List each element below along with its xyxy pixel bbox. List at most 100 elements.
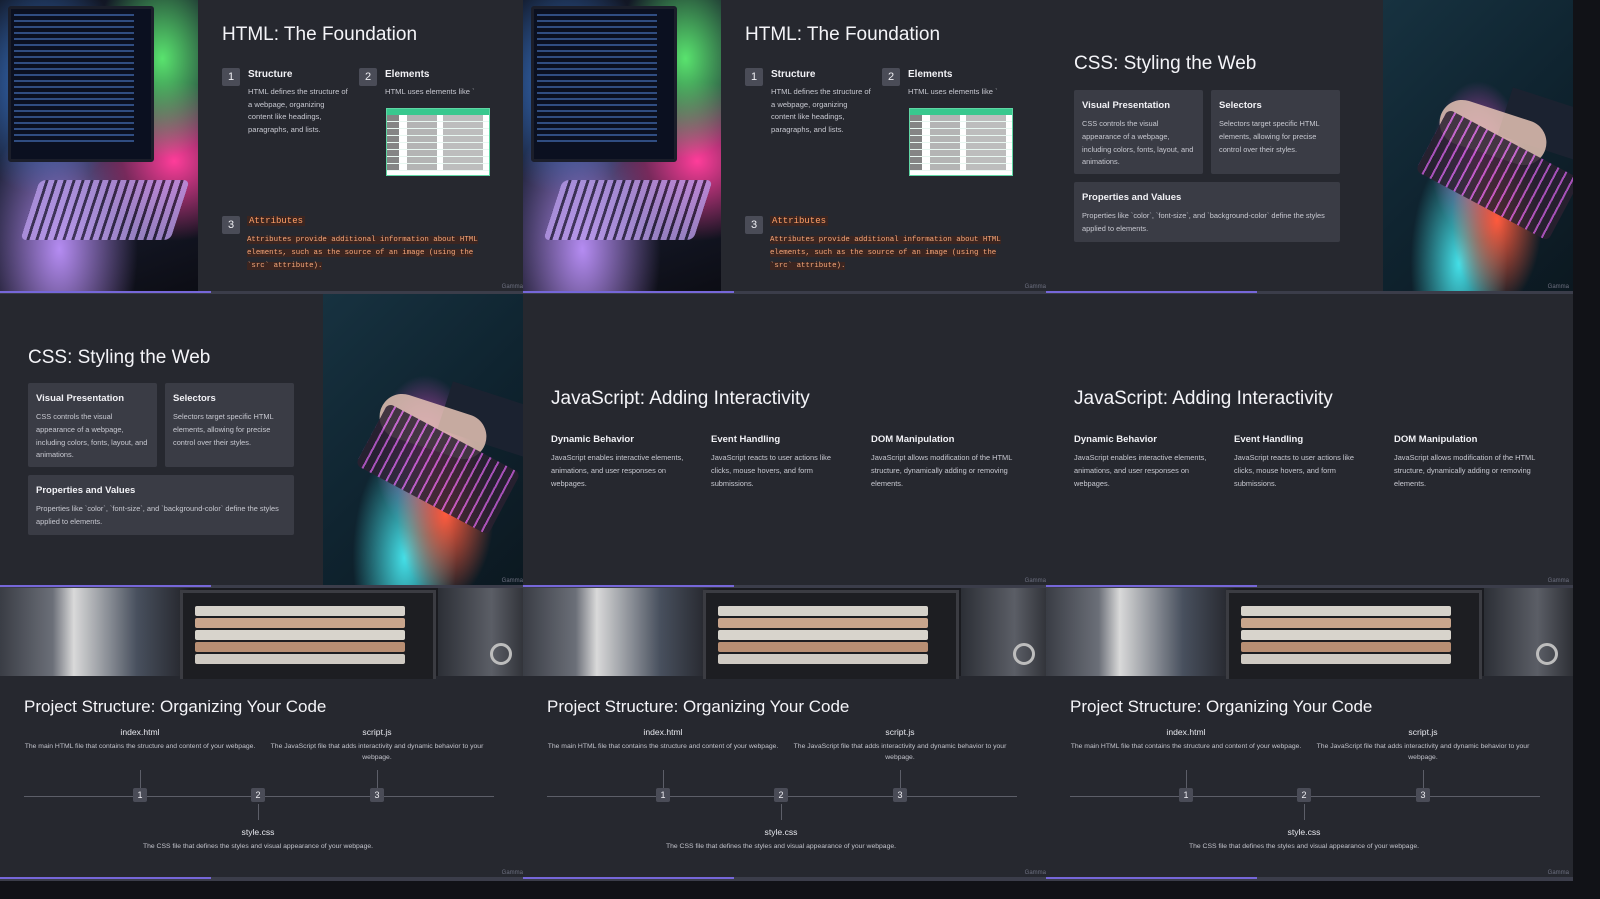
slide-css-styling-1[interactable]: CSS: Styling the Web Visual Presentation… xyxy=(1046,0,1573,295)
step-number: 2 xyxy=(882,68,900,86)
slide-project-structure-1[interactable]: Project Structure: Organizing Your Code … xyxy=(0,588,527,881)
timeline-connector xyxy=(140,770,141,788)
watermark: Gamma xyxy=(1024,578,1046,584)
card-title: Visual Presentation xyxy=(1082,100,1170,111)
dynamic-behavior-text: JavaScript enables interactive elements,… xyxy=(1074,453,1207,488)
slide-html-foundation-1[interactable]: HTML: The Foundation 1 Structure HTML de… xyxy=(0,0,527,295)
card-body: CSS controls the visual appearance of a … xyxy=(36,412,148,460)
slide-title: Project Structure: Organizing Your Code xyxy=(24,697,327,716)
slide-progress xyxy=(1046,291,1573,293)
attributes-heading: Attributes xyxy=(770,216,829,226)
slide-html-foundation-2[interactable]: HTML: The Foundation 1 Structure HTML de… xyxy=(523,0,1050,295)
timeline-connector xyxy=(1423,770,1424,788)
card-title: Properties and Values xyxy=(1082,192,1182,203)
step-number: 2 xyxy=(359,68,377,86)
timeline-step: 3 xyxy=(1416,788,1430,802)
attributes-text: Attributes provide additional informatio… xyxy=(770,236,1001,270)
timeline-connector xyxy=(258,804,259,820)
slide-progress xyxy=(0,877,527,879)
timeline-step: 1 xyxy=(133,788,147,802)
structure-text: HTML defines the structure of a webpage,… xyxy=(771,87,871,134)
timeline-step: 3 xyxy=(893,788,907,802)
file-tray-photo xyxy=(1046,588,1573,679)
timeline-connector xyxy=(781,804,782,820)
file-name-style: style.css xyxy=(1287,827,1321,837)
step-number: 3 xyxy=(745,216,763,234)
keyboard-typing-photo xyxy=(1383,0,1573,293)
file-name-script: script.js xyxy=(362,727,392,737)
file-name-style: style.css xyxy=(241,827,275,837)
slide-title: HTML: The Foundation xyxy=(222,24,418,45)
slide-css-styling-2[interactable]: CSS: Styling the Web Visual Presentation… xyxy=(0,294,527,589)
file-tray-photo xyxy=(523,588,1050,679)
elements-table-image xyxy=(909,108,1013,176)
attributes-text: Attributes provide additional informatio… xyxy=(247,236,478,270)
file-desc-script: The JavaScript file that adds interactiv… xyxy=(270,743,484,761)
event-handling-heading: Event Handling xyxy=(1234,434,1304,445)
structure-text: HTML defines the structure of a webpage,… xyxy=(248,87,348,134)
card-properties-values: Properties and Values Properties like `c… xyxy=(1074,182,1340,242)
card-body: Selectors target specific HTML elements,… xyxy=(1219,119,1320,154)
file-name-script: script.js xyxy=(1408,727,1438,737)
slide-javascript-2[interactable]: JavaScript: Adding Interactivity Dynamic… xyxy=(1046,294,1573,589)
slide-project-structure-3[interactable]: Project Structure: Organizing Your Code … xyxy=(1046,588,1573,881)
card-title: Visual Presentation xyxy=(36,393,124,404)
slide-progress xyxy=(523,877,1050,879)
step-number: 1 xyxy=(745,68,763,86)
timeline-step: 1 xyxy=(1179,788,1193,802)
slide-javascript-1[interactable]: JavaScript: Adding Interactivity Dynamic… xyxy=(523,294,1050,589)
slide-progress xyxy=(523,585,1050,587)
elements-table-image xyxy=(386,108,490,176)
event-handling-heading: Event Handling xyxy=(711,434,781,445)
slide-progress xyxy=(1046,877,1573,879)
structure-heading: Structure xyxy=(248,69,293,80)
card-body: Selectors target specific HTML elements,… xyxy=(173,412,274,447)
card-visual-presentation: Visual Presentation CSS controls the vis… xyxy=(28,383,157,467)
card-body: CSS controls the visual appearance of a … xyxy=(1082,119,1194,167)
timeline-step: 3 xyxy=(370,788,384,802)
timeline-connector xyxy=(1186,770,1187,788)
file-name-style: style.css xyxy=(764,827,798,837)
dom-manipulation-heading: DOM Manipulation xyxy=(871,434,955,445)
file-desc-script: The JavaScript file that adds interactiv… xyxy=(793,743,1007,761)
timeline-connector xyxy=(900,770,901,788)
monitor-coding-photo xyxy=(0,0,198,293)
timeline-step: 2 xyxy=(1297,788,1311,802)
watermark: Gamma xyxy=(501,578,523,584)
slide-progress xyxy=(0,291,527,293)
file-tray-photo xyxy=(0,588,527,679)
file-desc-index: The main HTML file that contains the str… xyxy=(1070,743,1302,750)
timeline-connector xyxy=(377,770,378,788)
event-handling-text: JavaScript reacts to user actions like c… xyxy=(1234,453,1354,488)
event-handling-text: JavaScript reacts to user actions like c… xyxy=(711,453,831,488)
slide-title: JavaScript: Adding Interactivity xyxy=(1074,388,1333,409)
watermark: Gamma xyxy=(1024,284,1046,290)
slide-progress xyxy=(0,585,527,587)
elements-heading: Elements xyxy=(385,69,430,80)
watermark: Gamma xyxy=(501,870,523,876)
timeline-connector xyxy=(1304,804,1305,820)
card-selectors: Selectors Selectors target specific HTML… xyxy=(1211,90,1340,174)
watermark: Gamma xyxy=(1547,870,1569,876)
timeline-step: 2 xyxy=(251,788,265,802)
file-desc-index: The main HTML file that contains the str… xyxy=(547,743,779,750)
elements-heading: Elements xyxy=(908,69,953,80)
watermark: Gamma xyxy=(501,284,523,290)
watermark: Gamma xyxy=(1547,284,1569,290)
card-title: Selectors xyxy=(1219,100,1262,111)
slide-progress xyxy=(1046,585,1573,587)
card-title: Properties and Values xyxy=(36,485,136,496)
timeline-connector xyxy=(663,770,664,788)
card-body: Properties like `color`, `font-size`, an… xyxy=(36,504,279,526)
dynamic-behavior-heading: Dynamic Behavior xyxy=(1074,434,1157,445)
slide-title: Project Structure: Organizing Your Code xyxy=(547,697,850,716)
file-name-index: index.html xyxy=(643,727,683,737)
slide-title: CSS: Styling the Web xyxy=(1074,53,1257,74)
slide-title: CSS: Styling the Web xyxy=(28,347,211,368)
card-body: Properties like `color`, `font-size`, an… xyxy=(1082,211,1325,233)
slide-title: JavaScript: Adding Interactivity xyxy=(551,388,810,409)
elements-text: HTML uses elements like ` xyxy=(385,87,475,96)
file-name-index: index.html xyxy=(120,727,160,737)
slide-project-structure-2[interactable]: Project Structure: Organizing Your Code … xyxy=(523,588,1050,881)
dom-manipulation-heading: DOM Manipulation xyxy=(1394,434,1478,445)
